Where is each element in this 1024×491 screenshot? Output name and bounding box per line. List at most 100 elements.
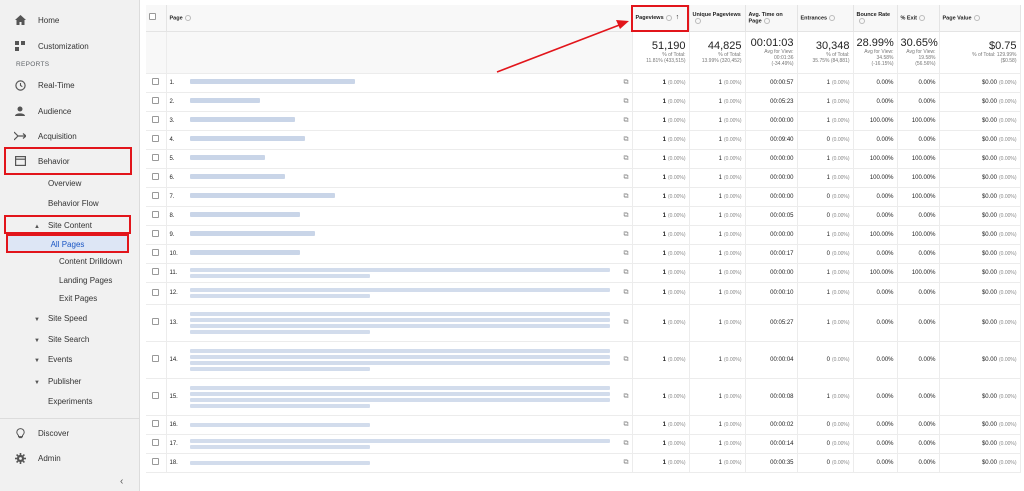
page-cell[interactable]: 14. ⧉ xyxy=(166,341,633,379)
col-unique-pageviews[interactable]: Unique Pageviews xyxy=(689,5,746,32)
help-icon[interactable] xyxy=(829,14,836,21)
row-checkbox[interactable] xyxy=(152,355,160,362)
table-row[interactable]: 5. ⧉ 1 (0.00%) 1 (0.00%) 00:00:00 1 (0.00%) … xyxy=(146,149,1021,169)
page-link[interactable] xyxy=(189,286,624,300)
row-checkbox-cell[interactable] xyxy=(146,225,167,245)
nav-behavior-flow[interactable]: Behavior Flow xyxy=(48,199,99,208)
nav-overview[interactable]: Overview xyxy=(48,179,81,188)
table-row[interactable]: 2. ⧉ 1 (0.00%) 1 (0.00%) 00:05:23 1 (0.00%) … xyxy=(146,92,1021,112)
open-external-icon[interactable]: ⧉ xyxy=(624,155,629,163)
nav-experiments[interactable]: Experiments xyxy=(48,397,92,406)
col-pageviews[interactable]: Pageviews ↑ xyxy=(632,5,690,32)
page-link[interactable] xyxy=(189,459,624,467)
open-external-icon[interactable]: ⧉ xyxy=(624,250,629,258)
help-icon[interactable] xyxy=(919,14,926,21)
row-checkbox-cell[interactable] xyxy=(146,434,167,454)
page-cell[interactable]: 4. ⧉ xyxy=(166,130,633,150)
page-link[interactable] xyxy=(189,384,624,410)
table-row[interactable]: 15. ⧉ 1 (0.00%) 1 (0.00%) 00:00:08 1 (0.00%)… xyxy=(146,378,1021,416)
nav-audience[interactable]: Audience xyxy=(0,103,140,119)
row-checkbox-cell[interactable] xyxy=(146,304,167,342)
row-checkbox[interactable] xyxy=(152,288,160,296)
nav-home[interactable]: Home xyxy=(0,12,140,28)
table-row[interactable]: 4. ⧉ 1 (0.00%) 1 (0.00%) 00:09:40 0 (0.00%) … xyxy=(146,130,1021,150)
open-external-icon[interactable]: ⧉ xyxy=(624,193,629,201)
open-external-icon[interactable]: ⧉ xyxy=(624,393,629,401)
page-cell[interactable]: 15. ⧉ xyxy=(166,378,633,416)
row-checkbox-cell[interactable] xyxy=(146,73,167,93)
row-checkbox[interactable] xyxy=(152,78,160,85)
nav-site-search[interactable]: ▼ Site Search xyxy=(34,335,89,344)
nav-all-pages[interactable]: All Pages xyxy=(7,236,128,252)
row-checkbox-cell[interactable] xyxy=(146,378,167,416)
help-icon[interactable] xyxy=(694,17,701,24)
row-checkbox[interactable] xyxy=(152,249,160,256)
col-avg-time[interactable]: Avg. Time on Page xyxy=(745,5,798,32)
table-row[interactable]: 16. ⧉ 1 (0.00%) 1 (0.00%) 00:00:02 0 (0.00%)… xyxy=(146,415,1021,435)
row-checkbox[interactable] xyxy=(152,173,160,180)
page-link[interactable] xyxy=(189,266,624,280)
row-checkbox[interactable] xyxy=(152,154,160,161)
page-cell[interactable]: 1. ⧉ xyxy=(166,73,633,93)
row-checkbox[interactable] xyxy=(152,211,160,218)
help-icon[interactable] xyxy=(763,17,770,24)
row-checkbox-cell[interactable] xyxy=(146,168,167,188)
page-link[interactable] xyxy=(189,421,624,429)
nav-realtime[interactable]: Real-Time xyxy=(0,77,140,93)
col-bounce-rate[interactable]: Bounce Rate xyxy=(853,5,898,32)
page-link[interactable] xyxy=(189,136,624,142)
select-all-checkbox-cell[interactable] xyxy=(146,5,167,32)
row-checkbox[interactable] xyxy=(152,192,160,199)
page-link[interactable] xyxy=(189,231,624,237)
nav-site-content[interactable]: ▲ Site Content xyxy=(34,221,92,230)
row-checkbox-cell[interactable] xyxy=(146,111,167,131)
row-checkbox-cell[interactable] xyxy=(146,453,167,473)
open-external-icon[interactable]: ⧉ xyxy=(624,231,629,239)
help-icon[interactable] xyxy=(973,14,980,21)
col-page-value[interactable]: Page Value xyxy=(939,5,1021,32)
page-link[interactable] xyxy=(189,193,624,199)
help-icon[interactable] xyxy=(184,14,191,21)
help-icon[interactable] xyxy=(858,17,865,24)
page-cell[interactable]: 10. ⧉ xyxy=(166,244,633,264)
select-all-checkbox[interactable] xyxy=(149,13,156,21)
page-link[interactable] xyxy=(189,98,624,104)
row-checkbox[interactable] xyxy=(152,97,160,104)
col-page[interactable]: Page xyxy=(166,5,633,32)
page-link[interactable] xyxy=(189,212,624,218)
open-external-icon[interactable]: ⧉ xyxy=(624,79,629,87)
open-external-icon[interactable]: ⧉ xyxy=(624,356,629,364)
open-external-icon[interactable]: ⧉ xyxy=(624,269,629,277)
table-row[interactable]: 17. ⧉ 1 (0.00%) 1 (0.00%) 00:00:14 0 (0.00%)… xyxy=(146,434,1021,454)
page-cell[interactable]: 17. ⧉ xyxy=(166,434,633,454)
page-link[interactable] xyxy=(189,250,624,256)
open-external-icon[interactable]: ⧉ xyxy=(624,212,629,220)
page-cell[interactable]: 7. ⧉ xyxy=(166,187,633,207)
row-checkbox[interactable] xyxy=(152,392,160,399)
page-link[interactable] xyxy=(189,310,624,336)
table-row[interactable]: 7. ⧉ 1 (0.00%) 1 (0.00%) 00:00:00 0 (0.00%) … xyxy=(146,187,1021,207)
page-cell[interactable]: 6. ⧉ xyxy=(166,168,633,188)
row-checkbox-cell[interactable] xyxy=(146,187,167,207)
sort-arrow-icon[interactable]: ↑ xyxy=(676,14,680,21)
table-row[interactable]: 1. ⧉ 1 (0.00%) 1 (0.00%) 00:00:57 1 (0.00%) … xyxy=(146,73,1021,93)
open-external-icon[interactable]: ⧉ xyxy=(624,459,629,467)
page-cell[interactable]: 8. ⧉ xyxy=(166,206,633,226)
row-checkbox[interactable] xyxy=(152,439,160,446)
nav-behavior[interactable]: Behavior xyxy=(0,153,140,169)
row-checkbox[interactable] xyxy=(152,135,160,142)
table-row[interactable]: 18. ⧉ 1 (0.00%) 1 (0.00%) 00:00:35 0 (0.00%)… xyxy=(146,453,1021,473)
table-row[interactable]: 13. ⧉ 1 (0.00%) 1 (0.00%) 00:05:27 1 (0.00%)… xyxy=(146,304,1021,342)
row-checkbox-cell[interactable] xyxy=(146,92,167,112)
page-cell[interactable]: 2. ⧉ xyxy=(166,92,633,112)
row-checkbox[interactable] xyxy=(152,268,160,275)
table-row[interactable]: 8. ⧉ 1 (0.00%) 1 (0.00%) 00:00:05 0 (0.00%) … xyxy=(146,206,1021,226)
table-row[interactable]: 9. ⧉ 1 (0.00%) 1 (0.00%) 00:00:00 1 (0.00%) … xyxy=(146,225,1021,245)
page-cell[interactable]: 18. ⧉ xyxy=(166,453,633,473)
page-link[interactable] xyxy=(189,117,624,123)
nav-discover[interactable]: Discover xyxy=(0,425,140,441)
nav-landing-pages[interactable]: Landing Pages xyxy=(59,276,112,285)
open-external-icon[interactable]: ⧉ xyxy=(624,136,629,144)
page-link[interactable] xyxy=(189,174,624,180)
row-checkbox-cell[interactable] xyxy=(146,415,167,435)
